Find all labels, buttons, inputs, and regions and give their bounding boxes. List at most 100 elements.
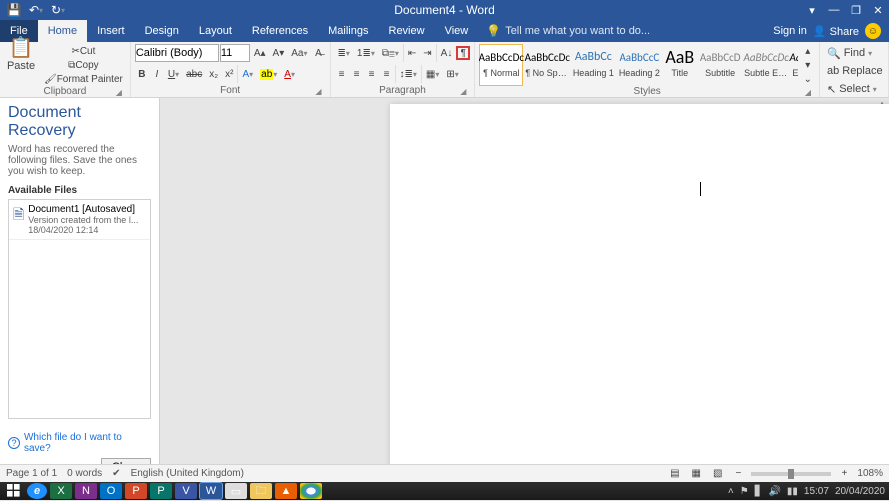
status-language[interactable]: English (United Kingdom): [131, 468, 244, 479]
window-close[interactable]: ✕: [867, 0, 889, 20]
tray-show-hidden-icon[interactable]: ˄: [728, 486, 734, 497]
taskbar-ie[interactable]: e: [27, 483, 47, 499]
styles-scroll-down[interactable]: ▾: [801, 58, 815, 72]
qat-undo[interactable]: ↶: [26, 1, 46, 19]
font-name-combo[interactable]: [135, 44, 219, 62]
increase-indent-button[interactable]: ⇥: [420, 46, 434, 60]
spellcheck-icon[interactable]: ✔: [112, 468, 120, 479]
window-minimize[interactable]: —: [823, 0, 845, 20]
taskbar-vlc[interactable]: ▲: [275, 483, 297, 499]
tab-insert[interactable]: Insert: [87, 20, 135, 42]
decrease-indent-button[interactable]: ⇤: [405, 46, 419, 60]
find-button[interactable]: 🔍Find: [824, 44, 884, 62]
style-item[interactable]: AaBbCcCHeading 2: [617, 44, 661, 86]
tab-references[interactable]: References: [242, 20, 318, 42]
justify-button[interactable]: ≡: [380, 67, 394, 81]
italic-button[interactable]: I: [150, 67, 164, 81]
tray-date[interactable]: 20/04/2020: [835, 486, 885, 497]
taskbar-chrome[interactable]: [300, 483, 322, 499]
text-effects-button[interactable]: A: [239, 67, 256, 81]
style-item[interactable]: AaBbCcHeading 1: [571, 44, 615, 86]
paste-button[interactable]: 📋 Paste: [4, 44, 38, 62]
taskbar-powerpoint[interactable]: P: [125, 483, 147, 499]
taskbar-onenote[interactable]: N: [75, 483, 97, 499]
tab-design[interactable]: Design: [135, 20, 189, 42]
dialog-launcher-icon[interactable]: ◢: [458, 86, 468, 96]
taskbar-publisher[interactable]: P: [150, 483, 172, 499]
tell-me[interactable]: 💡 Tell me what you want to do...: [478, 20, 658, 42]
line-spacing-button[interactable]: ↕≣: [397, 67, 420, 81]
style-item[interactable]: AaBbCcDc¶ Normal: [479, 44, 523, 86]
tab-mailings[interactable]: Mailings: [318, 20, 378, 42]
tab-home[interactable]: Home: [38, 20, 87, 42]
multilevel-list-button[interactable]: ⧉≣: [379, 46, 402, 60]
taskbar-visio[interactable]: V: [175, 483, 197, 499]
copy-button[interactable]: ⧉ Copy: [41, 58, 126, 72]
tray-volume-icon[interactable]: 🔊: [768, 486, 780, 497]
start-button[interactable]: [4, 483, 24, 499]
strikethrough-button[interactable]: abc: [183, 67, 205, 81]
tray-network-icon[interactable]: ▋: [755, 486, 763, 497]
status-word-count[interactable]: 0 words: [67, 468, 102, 479]
qat-save[interactable]: 💾: [4, 1, 24, 19]
zoom-in-button[interactable]: +: [837, 467, 851, 481]
underline-button[interactable]: U: [165, 67, 182, 81]
grow-font-button[interactable]: A▴: [251, 46, 269, 60]
change-case-button[interactable]: Aa: [288, 46, 310, 60]
clear-formatting-button[interactable]: A̶: [312, 46, 326, 60]
numbering-button[interactable]: 1≣: [354, 46, 378, 60]
dialog-launcher-icon[interactable]: ◢: [114, 87, 124, 97]
page[interactable]: [390, 104, 889, 482]
zoom-out-button[interactable]: −: [731, 467, 745, 481]
signin-link[interactable]: Sign in: [773, 25, 807, 37]
style-item[interactable]: AaBTitle: [663, 44, 696, 86]
style-item[interactable]: AaBbCcDcSubtle Em...: [744, 44, 788, 86]
which-file-link[interactable]: ?Which file do I want to save?: [8, 432, 151, 454]
align-right-button[interactable]: ≡: [365, 67, 379, 81]
taskbar-outlook[interactable]: O: [100, 483, 122, 499]
replace-button[interactable]: abReplace: [824, 62, 884, 80]
select-button[interactable]: ↖Select: [824, 80, 884, 98]
style-item[interactable]: AaBbCcDcEmphasis: [790, 44, 797, 86]
taskbar-explorer[interactable]: 🗀: [250, 483, 272, 499]
feedback-icon[interactable]: ☺: [865, 23, 881, 39]
styles-more[interactable]: ⌄: [801, 72, 815, 86]
bullets-button[interactable]: ≣: [335, 46, 353, 60]
recovery-file-item[interactable]: 🗎Document1 [Autosaved]Version created fr…: [9, 200, 150, 240]
status-page[interactable]: Page 1 of 1: [6, 468, 57, 479]
subscript-button[interactable]: x₂: [206, 67, 221, 81]
borders-button[interactable]: ⊞: [443, 67, 461, 81]
taskbar-notepad[interactable]: ▭: [225, 483, 247, 499]
ribbon-display-options[interactable]: ▾: [801, 0, 823, 20]
dialog-launcher-icon[interactable]: ◢: [803, 87, 813, 97]
superscript-button[interactable]: x²: [222, 67, 236, 81]
align-center-button[interactable]: ≡: [350, 67, 364, 81]
document-canvas[interactable]: ˄: [160, 98, 889, 482]
window-maximize[interactable]: ❐: [845, 0, 867, 20]
style-item[interactable]: AaBbCcDc¶ No Spac...: [525, 44, 569, 86]
shrink-font-button[interactable]: A▾: [270, 46, 288, 60]
share-button[interactable]: 👤 Share: [813, 25, 859, 38]
taskbar-word[interactable]: W: [200, 483, 222, 499]
style-item[interactable]: AaBbCcDSubtitle: [698, 44, 742, 86]
font-size-combo[interactable]: [220, 44, 250, 62]
font-color-button[interactable]: A: [281, 67, 298, 81]
highlight-button[interactable]: ab: [257, 67, 280, 81]
web-layout-icon[interactable]: ▧: [710, 467, 725, 481]
dialog-launcher-icon[interactable]: ◢: [314, 86, 324, 96]
styles-scroll-up[interactable]: ▴: [801, 44, 815, 58]
sort-button[interactable]: A↓: [438, 46, 456, 60]
tab-layout[interactable]: Layout: [189, 20, 242, 42]
qat-redo[interactable]: ↻: [48, 1, 68, 19]
bold-button[interactable]: B: [135, 67, 149, 81]
tray-flag-icon[interactable]: ⚑: [740, 486, 749, 497]
format-painter-button[interactable]: 🖌 Format Painter: [41, 72, 126, 86]
read-mode-icon[interactable]: ▤: [667, 467, 682, 481]
tray-time[interactable]: 15:07: [804, 486, 829, 497]
available-files-list[interactable]: 🗎Document1 [Autosaved]Version created fr…: [8, 199, 151, 419]
zoom-slider[interactable]: [751, 472, 831, 476]
tab-view[interactable]: View: [435, 20, 479, 42]
cut-button[interactable]: ✂ Cut: [41, 44, 126, 58]
align-left-button[interactable]: ≡: [335, 67, 349, 81]
taskbar-excel[interactable]: X: [50, 483, 72, 499]
